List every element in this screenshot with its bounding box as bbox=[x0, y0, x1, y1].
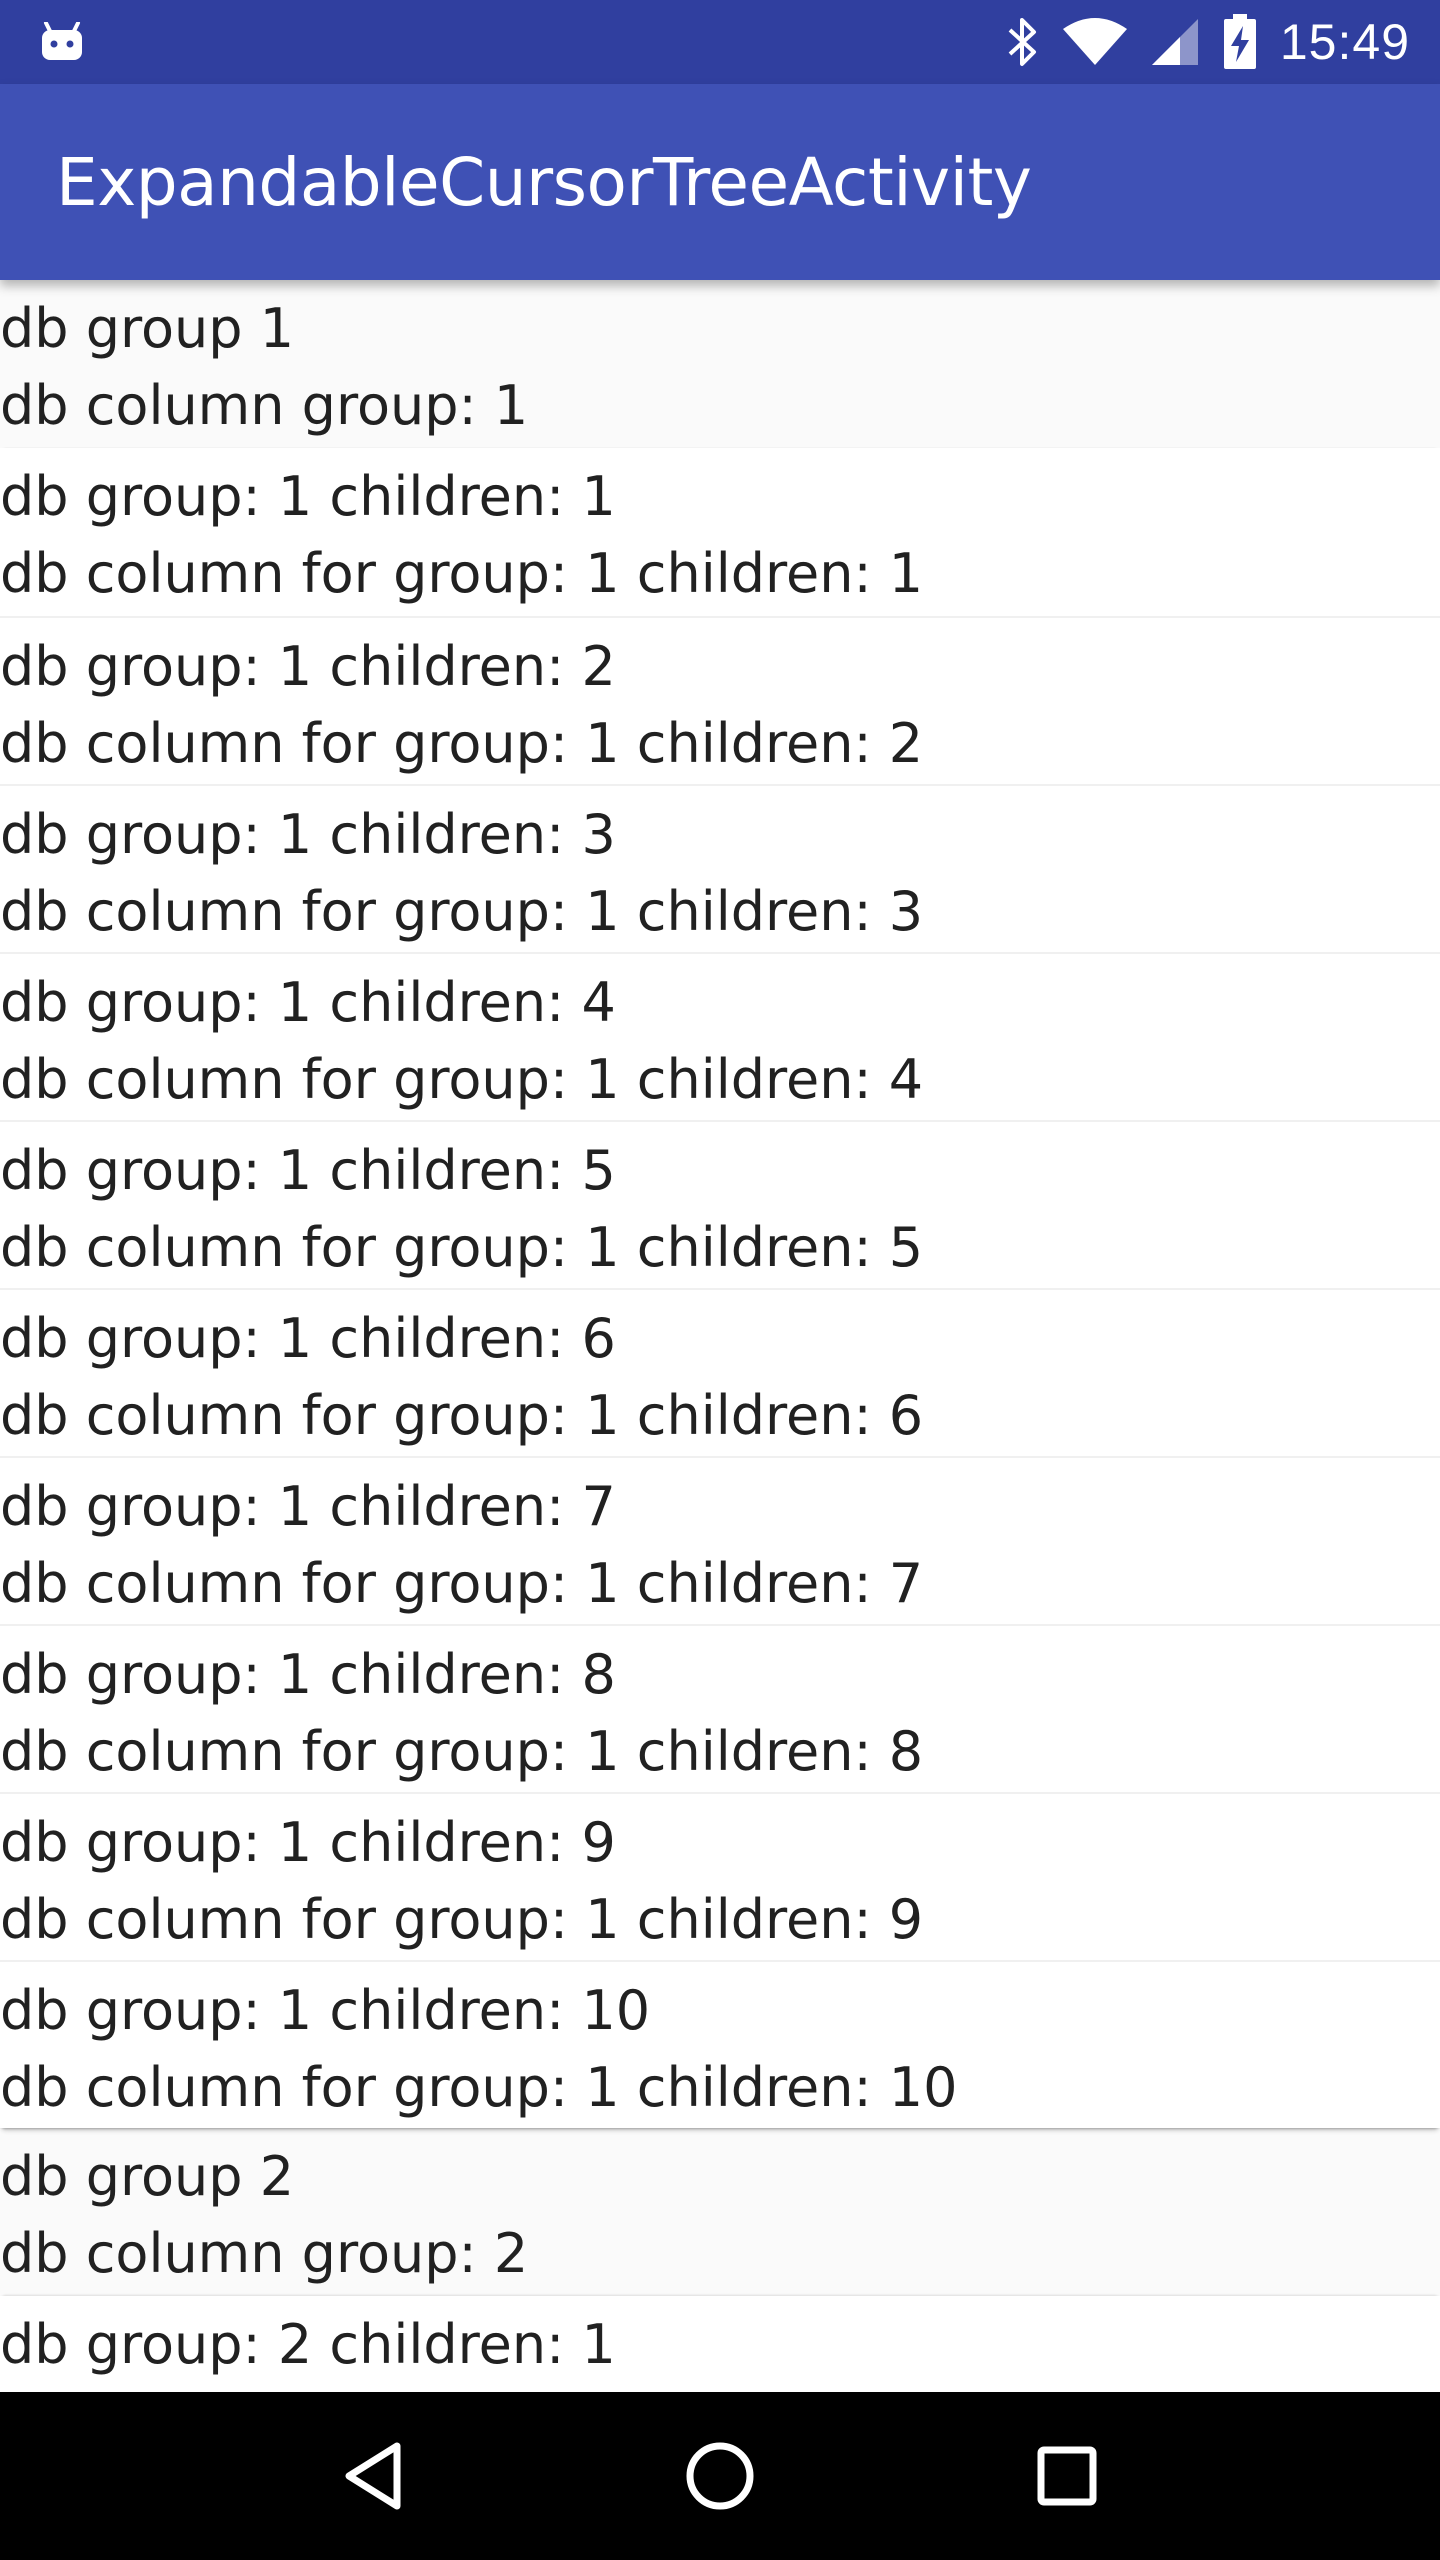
child-row[interactable]: db group: 1 children: 10 db column for g… bbox=[0, 1960, 1440, 2128]
child-subtitle: db column for group: 1 children: 6 bbox=[0, 1384, 924, 1447]
navigation-bar bbox=[0, 2392, 1440, 2560]
app-bar: ExpandableCursorTreeActivity bbox=[0, 84, 1440, 280]
back-button[interactable] bbox=[313, 2416, 433, 2536]
group-title: db group 2 bbox=[0, 2145, 295, 2208]
cell-signal-icon bbox=[1150, 17, 1200, 67]
group-subtitle: db column group: 1 bbox=[0, 374, 529, 437]
child-subtitle: db column for group: 1 children: 10 bbox=[0, 2056, 958, 2119]
child-row[interactable]: db group: 1 children: 1 db column for gr… bbox=[0, 448, 1440, 616]
child-row[interactable]: db group: 1 children: 4 db column for gr… bbox=[0, 952, 1440, 1120]
group-1-children: db group: 1 children: 1 db column for gr… bbox=[0, 448, 1440, 2128]
bluetooth-icon bbox=[1006, 16, 1040, 68]
child-title: db group: 1 children: 8 bbox=[0, 1643, 616, 1706]
wifi-icon bbox=[1062, 17, 1128, 67]
child-subtitle: db column for group: 1 children: 5 bbox=[0, 1216, 924, 1279]
child-title: db group: 1 children: 10 bbox=[0, 1979, 651, 2042]
home-icon bbox=[685, 2441, 755, 2511]
battery-charging-icon bbox=[1222, 14, 1258, 70]
status-bar: 15:49 bbox=[0, 0, 1440, 84]
child-subtitle: db column for group: 1 children: 8 bbox=[0, 1720, 924, 1783]
child-subtitle: db column for group: 1 children: 4 bbox=[0, 1048, 924, 1111]
group-2-children: db group: 2 children: 1 db column for gr… bbox=[0, 2296, 1440, 2392]
child-title: db group: 1 children: 7 bbox=[0, 1475, 616, 1538]
expandable-list[interactable]: db group 1 db column group: 1 db group: … bbox=[0, 280, 1440, 2392]
child-row[interactable]: db group: 1 children: 5 db column for gr… bbox=[0, 1120, 1440, 1288]
screen: 15:49 ExpandableCursorTreeActivity db gr… bbox=[0, 0, 1440, 2560]
recents-button[interactable] bbox=[1007, 2416, 1127, 2536]
back-icon bbox=[341, 2440, 405, 2512]
child-row[interactable]: db group: 1 children: 3 db column for gr… bbox=[0, 784, 1440, 952]
recents-icon bbox=[1036, 2445, 1098, 2507]
status-right: 15:49 bbox=[1006, 13, 1410, 71]
child-row[interactable]: db group: 1 children: 7 db column for gr… bbox=[0, 1456, 1440, 1624]
child-title: db group: 2 children: 1 bbox=[0, 2313, 616, 2376]
status-time: 15:49 bbox=[1279, 14, 1410, 70]
group-title: db group 1 bbox=[0, 297, 295, 360]
group-subtitle: db column group: 2 bbox=[0, 2222, 529, 2285]
child-subtitle: db column for group: 1 children: 9 bbox=[0, 1888, 924, 1951]
child-title: db group: 1 children: 2 bbox=[0, 635, 616, 698]
group-row-2[interactable]: db group 2 db column group: 2 bbox=[0, 2128, 1440, 2296]
child-row[interactable]: db group: 2 children: 1 db column for gr… bbox=[0, 2296, 1440, 2392]
android-notification-icon bbox=[40, 22, 84, 62]
home-button[interactable] bbox=[660, 2416, 780, 2536]
child-subtitle: db column for group: 1 children: 3 bbox=[0, 880, 924, 943]
child-title: db group: 1 children: 9 bbox=[0, 1811, 616, 1874]
child-row[interactable]: db group: 1 children: 9 db column for gr… bbox=[0, 1792, 1440, 1960]
child-title: db group: 1 children: 6 bbox=[0, 1307, 616, 1370]
child-subtitle: db column for group: 2 children: 1 bbox=[0, 2383, 1440, 2392]
child-subtitle: db column for group: 1 children: 7 bbox=[0, 1552, 924, 1615]
child-title: db group: 1 children: 5 bbox=[0, 1139, 616, 1202]
child-row[interactable]: db group: 1 children: 2 db column for gr… bbox=[0, 616, 1440, 784]
child-subtitle: db column for group: 1 children: 1 bbox=[0, 542, 924, 605]
status-left bbox=[40, 22, 84, 62]
child-row[interactable]: db group: 1 children: 6 db column for gr… bbox=[0, 1288, 1440, 1456]
child-row[interactable]: db group: 1 children: 8 db column for gr… bbox=[0, 1624, 1440, 1792]
child-title: db group: 1 children: 3 bbox=[0, 803, 616, 866]
child-title: db group: 1 children: 1 bbox=[0, 465, 616, 528]
app-title: ExpandableCursorTreeActivity bbox=[56, 143, 1032, 221]
child-title: db group: 1 children: 4 bbox=[0, 971, 616, 1034]
child-subtitle: db column for group: 1 children: 2 bbox=[0, 712, 924, 775]
group-row-1[interactable]: db group 1 db column group: 1 bbox=[0, 280, 1440, 448]
